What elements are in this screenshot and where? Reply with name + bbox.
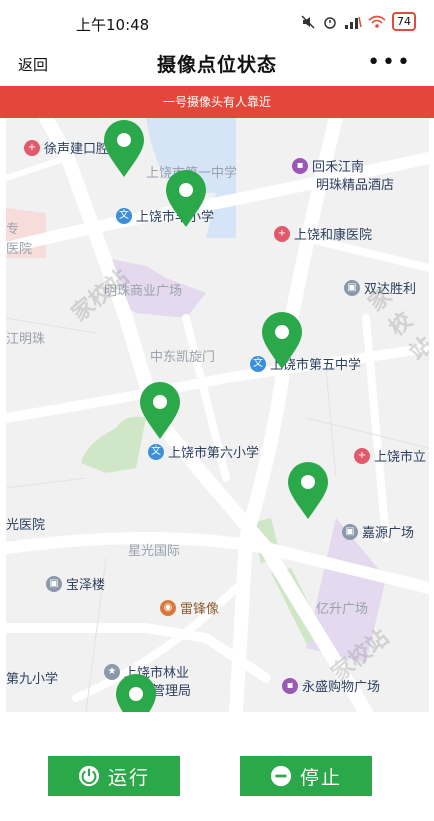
poi-leifeng[interactable]: ◉ 雷锋像 xyxy=(160,598,219,617)
power-icon xyxy=(78,765,100,787)
poi-yiyuan[interactable]: 医院 xyxy=(6,238,32,257)
stop-button[interactable]: 停止 xyxy=(240,756,372,796)
more-menu-button[interactable]: ••• xyxy=(367,50,412,75)
camera-pin-marker[interactable] xyxy=(140,382,180,440)
school-icon: 文 xyxy=(148,443,164,460)
map-base xyxy=(6,118,429,712)
alarm-icon xyxy=(324,16,336,29)
status-bar: 上午10:48 74 xyxy=(0,0,434,46)
hospital-icon: + xyxy=(354,447,370,464)
poi-baoze[interactable]: ▣ 宝泽楼 xyxy=(46,574,105,593)
poi-jiangming[interactable]: 江明珠 xyxy=(6,328,45,347)
clinic-icon: + xyxy=(24,139,40,156)
poi-kaixuan[interactable]: 中东凯旋门 xyxy=(150,346,215,365)
building-icon: ▣ xyxy=(344,279,360,296)
poi-liuxiao[interactable]: 文上饶市第六小学 xyxy=(148,442,259,461)
poi-zhuan[interactable]: 专 xyxy=(6,218,19,237)
camera-pin-marker[interactable] xyxy=(288,462,328,520)
school-icon: 文 xyxy=(116,207,132,224)
camera-pin-marker[interactable] xyxy=(262,312,302,370)
poi-jiuxiao[interactable]: 第九小学 xyxy=(6,668,58,687)
building-icon: ▣ xyxy=(46,575,62,592)
hospital-icon: + xyxy=(274,225,290,242)
poi-yisheng[interactable]: 亿升广场 xyxy=(316,598,368,617)
poi-hekang[interactable]: + 上饶和康医院 xyxy=(274,224,372,243)
building-icon: ▣ xyxy=(342,523,358,540)
poi-shili[interactable]: + 上饶市立 xyxy=(354,446,426,465)
camera-pin-marker[interactable] xyxy=(166,170,206,228)
poi-mingzhu[interactable]: 明珠精品酒店 xyxy=(316,174,394,193)
signal-icon xyxy=(345,16,362,29)
poi-jiayuan[interactable]: ▣ 嘉源广场 xyxy=(342,522,414,541)
status-icons: 74 xyxy=(300,12,416,31)
shop-icon: ▪ xyxy=(282,677,298,694)
hotel-icon: ▪ xyxy=(292,157,308,174)
alert-banner: 一号摄像头有人靠近 xyxy=(0,86,434,118)
run-button-label: 运行 xyxy=(107,766,150,789)
status-time: 上午10:48 xyxy=(76,16,150,34)
nav-bar: 返回 摄像点位状态 ••• xyxy=(0,46,434,86)
camera-pin-marker[interactable] xyxy=(104,120,144,178)
poi-xingguang[interactable]: 星光国际 xyxy=(128,540,180,559)
poi-yongsheng[interactable]: ▪ 永盛购物广场 xyxy=(282,676,380,695)
poi-xushen[interactable]: + 徐声建口腔 xyxy=(24,138,109,157)
landmark-icon: ◉ xyxy=(160,599,176,616)
camera-pin-marker[interactable] xyxy=(116,674,156,712)
poi-huihe[interactable]: ▪ 回禾江南 xyxy=(292,156,364,175)
poi-guang[interactable]: 光医院 xyxy=(6,514,45,533)
wifi-icon xyxy=(368,15,386,28)
minus-circle-icon xyxy=(270,765,292,787)
battery-indicator: 74 xyxy=(392,12,416,31)
mute-icon xyxy=(301,14,315,29)
map-view[interactable]: +徐声建口腔 上饶市第一中学 文上饶市丰小学 ▪回禾江南 明珠精品酒店 +上饶和… xyxy=(6,118,429,712)
stop-button-label: 停止 xyxy=(299,766,342,789)
run-button[interactable]: 运行 xyxy=(48,756,180,796)
